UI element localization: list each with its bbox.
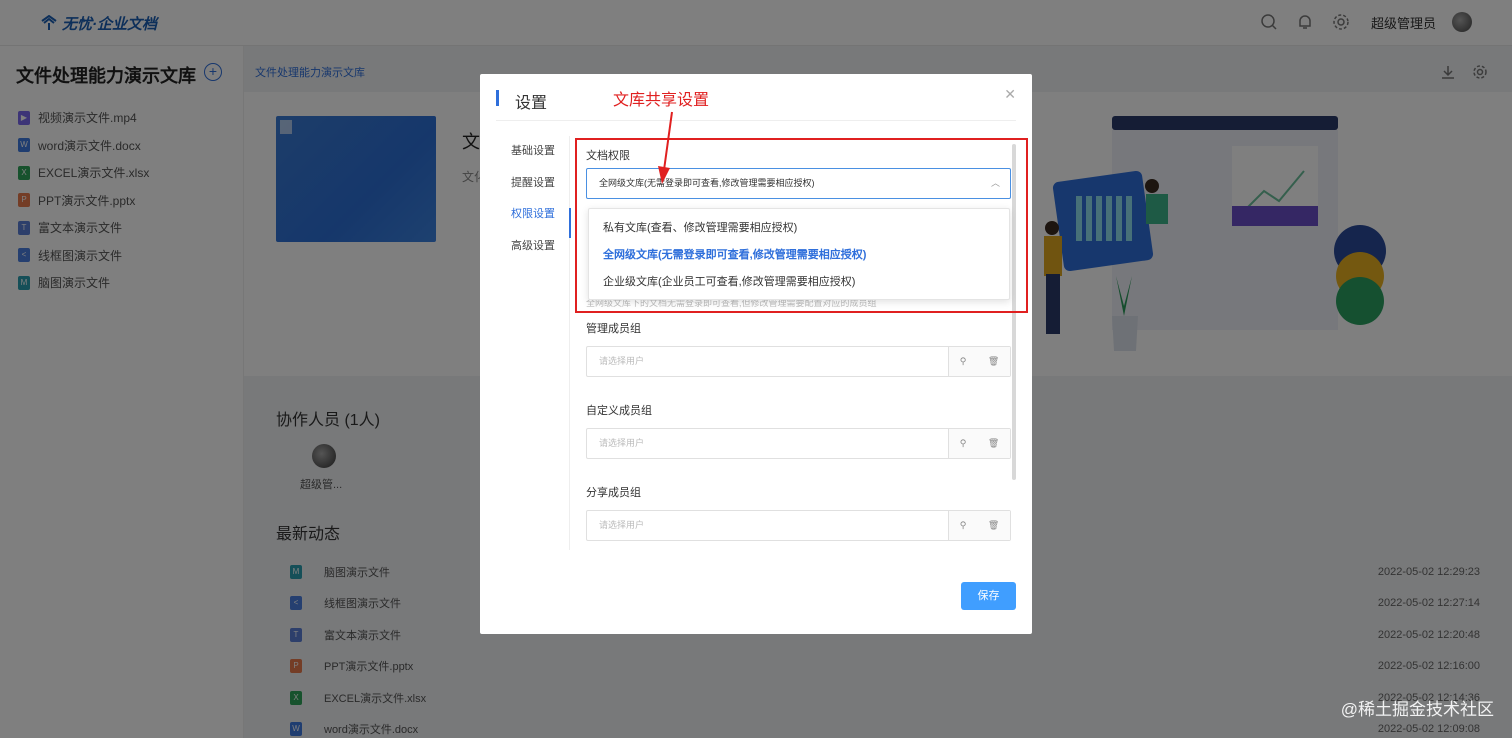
custom-group-field[interactable]: 请选择用户 ⚲ 🗑 (586, 428, 1011, 459)
search-icon[interactable]: ⚲ (960, 520, 967, 531)
watermark: @稀土掘金技术社区 (1340, 700, 1494, 719)
share-group-field[interactable]: 请选择用户 ⚲ 🗑 (586, 510, 1011, 541)
divider (496, 120, 1016, 121)
tab-permission-settings[interactable]: 权限设置 (480, 199, 571, 231)
title-accent-bar (496, 90, 499, 106)
admin-group-placeholder: 请选择用户 (599, 356, 645, 366)
annotation-box (575, 138, 1028, 313)
close-icon[interactable]: ✕ (1004, 86, 1016, 103)
field-actions: ⚲ 🗑 (948, 429, 1010, 458)
field-actions: ⚲ 🗑 (948, 347, 1010, 376)
tab-basic-settings[interactable]: 基础设置 (480, 136, 571, 168)
field-actions: ⚲ 🗑 (948, 511, 1010, 540)
trash-icon[interactable]: 🗑 (988, 438, 999, 449)
modal-title: 设置 (515, 95, 548, 112)
group-label: 分享成员组 (586, 487, 641, 499)
trash-icon[interactable]: 🗑 (988, 520, 999, 531)
trash-icon[interactable]: 🗑 (988, 356, 999, 367)
tab-advanced-settings[interactable]: 高级设置 (480, 231, 571, 263)
share-group-placeholder: 请选择用户 (599, 520, 645, 530)
annotation-text: 文库共享设置 (613, 92, 710, 109)
search-icon[interactable]: ⚲ (960, 438, 967, 449)
settings-nav: 基础设置 提醒设置 权限设置 高级设置 (480, 136, 571, 262)
save-button[interactable]: 保存 (961, 582, 1016, 610)
tab-reminder-settings[interactable]: 提醒设置 (480, 168, 571, 200)
search-icon[interactable]: ⚲ (960, 356, 967, 367)
nav-divider (569, 136, 570, 550)
custom-group-placeholder: 请选择用户 (599, 438, 645, 448)
admin-group-field[interactable]: 请选择用户 ⚲ 🗑 (586, 346, 1011, 377)
annotation-arrow (658, 111, 673, 184)
group-label: 管理成员组 (586, 323, 641, 335)
group-label: 自定义成员组 (586, 405, 652, 417)
active-tab-indicator (569, 208, 571, 238)
